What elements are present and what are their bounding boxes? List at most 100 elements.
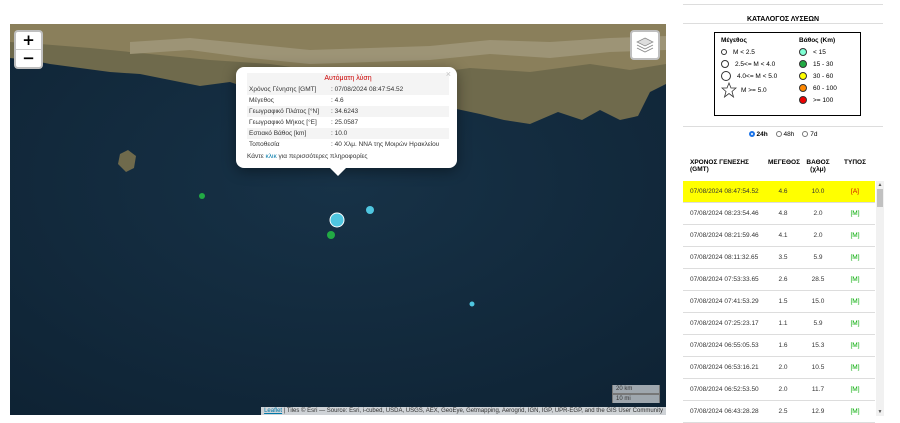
cell-magnitude: 1.6 (778, 342, 788, 349)
map-attribution: Leaflet | Tiles © Esri — Source: Esri, i… (261, 407, 666, 415)
cell-origin-time: 07/08/2024 07:41:53.29 (690, 298, 759, 305)
radio-selected-icon[interactable] (748, 131, 755, 138)
popup-details: Χρόνος Γένησης [GMT]: 07/08/2024 08:47:5… (247, 84, 449, 150)
table-row[interactable]: 07/08/2024 08:21:59.46 4.1 2.0 [M] (683, 225, 875, 247)
cell-type: [M] (850, 232, 860, 239)
star-icon (721, 82, 737, 98)
col-magnitude: ΜΕΓΕΘΟΣ (768, 159, 801, 166)
radio-icon[interactable] (775, 131, 782, 138)
cell-origin-time: 07/08/2024 07:53:33.65 (690, 276, 759, 283)
popup-row: Εστιακό Βάθος [km]: 10.0 (247, 128, 449, 139)
cell-magnitude: 1.1 (778, 320, 788, 327)
table-row[interactable]: 07/08/2024 06:52:53.50 2.0 11.7 [M] (683, 379, 875, 401)
zoom-out-button[interactable]: − (16, 49, 41, 67)
cell-origin-time: 07/08/2024 08:23:54.46 (690, 210, 759, 217)
depth-legend-item: < 15 (799, 46, 837, 58)
scale-bar: 20 km 10 mi (612, 385, 660, 403)
cell-type: [M] (850, 364, 860, 371)
depth-legend-item: 30 - 60 (799, 70, 837, 82)
cell-type: [M] (850, 342, 860, 349)
cell-type: [M] (850, 254, 860, 261)
cell-magnitude: 4.1 (778, 232, 788, 239)
table-row[interactable]: 07/08/2024 07:53:33.65 2.6 28.5 [M] (683, 269, 875, 291)
popup-title: Αυτόματη λύση (247, 73, 449, 84)
popup-row: Τοποθεσία: 40 Χλμ. ΝΝΑ της Μοιρών Ηρακλε… (247, 139, 449, 150)
popup-row: Χρόνος Γένησης [GMT]: 07/08/2024 08:47:5… (247, 84, 449, 95)
cell-origin-time: 07/08/2024 06:43:28.28 (690, 408, 759, 415)
table-header: ΧΡΟΝΟΣ ΓΕΝΕΣΗΣ (GMT) ΜΕΓΕΘΟΣ ΒΑΘΟΣ (χλμ)… (683, 155, 883, 181)
cell-magnitude: 2.0 (778, 386, 788, 393)
scroll-down-icon[interactable]: ▼ (876, 408, 884, 416)
popup-key: Γεωγραφικό Πλάτος [°N] (247, 106, 329, 117)
table-row[interactable]: 07/08/2024 06:53:16.21 2.0 10.5 [M] (683, 357, 875, 379)
popup-value: : 4.6 (331, 97, 344, 104)
zoom-in-button[interactable]: + (16, 32, 41, 49)
popup-value: : 10.0 (329, 128, 449, 139)
catalog-panel: ΚΑΤΑΛΟΓΟΣ ΛΥΣΕΩΝ Μέγεθος M < 2.5 2.5<= M… (683, 0, 884, 423)
cell-type: [M] (850, 386, 860, 393)
popup-key: Γεωγραφικό Μήκος [°E] (249, 119, 317, 126)
magnitude-header: Μέγεθος (721, 37, 747, 44)
cell-depth: 12.9 (811, 408, 825, 415)
cell-type: [A] (851, 188, 859, 195)
cell-magnitude: 4.6 (778, 188, 788, 195)
period-selector: 24h 48h 7d (683, 126, 883, 143)
table-row[interactable]: 07/08/2024 08:11:32.65 3.5 5.9 [M] (683, 247, 875, 269)
medium-circle-icon (721, 60, 729, 68)
cell-magnitude: 3.5 (778, 254, 788, 261)
cell-origin-time: 07/08/2024 07:25:23.17 (690, 320, 759, 327)
popup-key: Χρόνος Γένησης [GMT] (247, 84, 329, 95)
depth-legend: Βάθος (Km) < 15 15 - 30 30 - 60 60 - 100 >= … (799, 37, 837, 106)
col-type: ΤΥΠΟΣ (844, 159, 866, 166)
quake-marker (329, 212, 345, 228)
quake-table: ΧΡΟΝΟΣ ΓΕΝΕΣΗΣ (GMT) ΜΕΓΕΘΟΣ ΒΑΘΟΣ (χλμ)… (683, 155, 884, 423)
popup-key: Εστιακό Βάθος [km] (247, 128, 329, 139)
popup-row: Γεωγραφικό Πλάτος [°N]: 34.6243 (247, 106, 449, 117)
quake-marker (199, 193, 205, 199)
scroll-up-icon[interactable]: ▲ (876, 181, 884, 189)
table-row[interactable]: 07/08/2024 06:43:28.28 2.5 12.9 [M] (683, 401, 875, 423)
depth-legend-item: 15 - 30 (799, 58, 837, 70)
table-row[interactable]: 07/08/2024 06:55:05.53 1.6 15.3 [M] (683, 335, 875, 357)
period-24h[interactable]: 24h (748, 131, 768, 138)
cell-magnitude: 2.0 (778, 364, 788, 371)
popup-value: : 34.6243 (329, 106, 449, 117)
quake-popup: × Αυτόματη λύση Χρόνος Γένησης [GMT]: 07… (236, 67, 457, 176)
leaflet-link[interactable]: Leaflet (264, 408, 282, 414)
map-view[interactable]: + − × Αυτόματη λύση Χρόνος Γένησης [GMT]… (10, 24, 666, 415)
cell-origin-time: 07/08/2024 08:21:59.46 (690, 232, 759, 239)
depth-color-icon (799, 84, 807, 92)
cell-depth: 11.7 (811, 386, 825, 393)
popup-value: : 07/08/2024 08:47:54.52 (329, 84, 449, 95)
col-depth: ΒΑΘΟΣ (χλμ) (806, 159, 830, 173)
scroll-thumb[interactable] (877, 189, 883, 207)
close-icon[interactable]: × (446, 69, 451, 79)
period-7d[interactable]: 7d (802, 131, 817, 138)
table-row[interactable]: 07/08/2024 07:41:53.29 1.5 15.0 [M] (683, 291, 875, 313)
scale-mi: 10 mi (612, 394, 660, 403)
cell-depth: 5.9 (813, 320, 823, 327)
table-row[interactable]: 07/08/2024 08:23:54.46 4.8 2.0 [M] (683, 203, 875, 225)
popup-row: Γεωγραφικό Μήκος [°E]: 25.0587 (247, 117, 449, 128)
catalog-title: ΚΑΤΑΛΟΓΟΣ ΛΥΣΕΩΝ (683, 4, 883, 24)
table-scrollbar[interactable]: ▲ ▼ (876, 181, 884, 416)
quake-marker (469, 301, 475, 307)
col-origin-time: ΧΡΟΝΟΣ ΓΕΝΕΣΗΣ (GMT) (690, 159, 749, 173)
cell-type: [M] (850, 210, 860, 217)
cell-type: [M] (850, 276, 860, 283)
radio-icon[interactable] (802, 131, 809, 138)
more-info-link[interactable]: κλικ (266, 153, 277, 160)
cell-magnitude: 1.5 (778, 298, 788, 305)
period-48h[interactable]: 48h (775, 131, 794, 138)
layers-button[interactable] (630, 30, 660, 60)
map-legend: Μέγεθος M < 2.5 2.5<= M < 4.0 4.0<= M < … (714, 32, 861, 116)
depth-color-icon (799, 96, 807, 104)
table-row[interactable]: 07/08/2024 08:47:54.52 4.6 10.0 [A] (683, 181, 875, 203)
cell-depth: 28.5 (811, 276, 825, 283)
magnitude-legend: Μέγεθος M < 2.5 2.5<= M < 4.0 4.0<= M < … (721, 37, 777, 98)
table-row[interactable]: 07/08/2024 07:25:23.17 1.1 5.9 [M] (683, 313, 875, 335)
cell-magnitude: 2.5 (778, 408, 788, 415)
cell-type: [M] (850, 408, 860, 415)
quake-marker (327, 231, 335, 239)
popup-value: : 40 Χλμ. ΝΝΑ της Μοιρών Ηρακλείου (331, 141, 440, 148)
